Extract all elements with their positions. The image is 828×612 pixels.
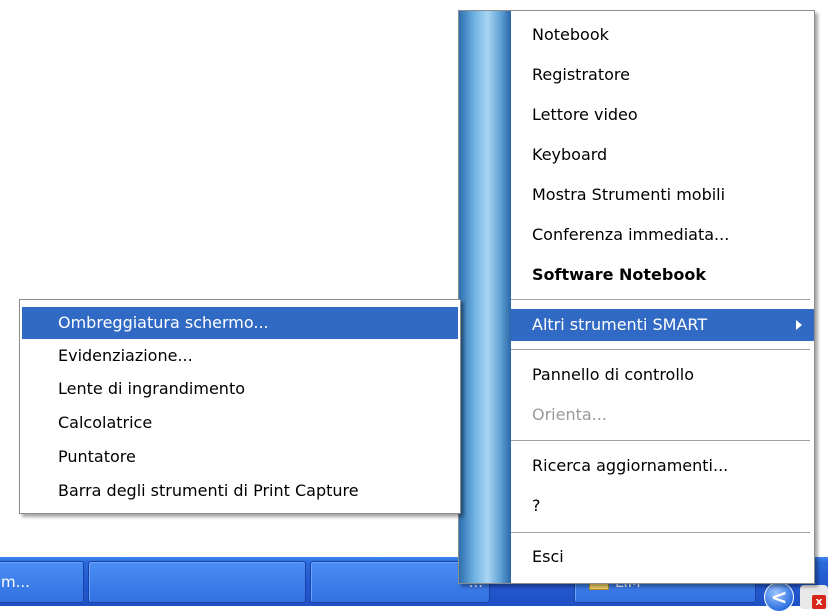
menu-item-orienta: Orienta... xyxy=(532,405,607,424)
menu-item-conferenza-immediata[interactable]: Conferenza immediata... xyxy=(511,219,814,251)
altri-strumenti-submenu: Ombreggiatura schermo... Evidenziazione.… xyxy=(19,299,461,514)
menu-item-help[interactable]: ? xyxy=(511,490,814,522)
menu-item-mostra-strumenti-mobili[interactable]: Mostra Strumenti mobili xyxy=(511,179,814,211)
menu-item-pannello-di-controllo[interactable]: Pannello di controllo xyxy=(511,359,814,391)
menu-separator xyxy=(511,532,810,533)
submenu-arrow-icon xyxy=(796,320,802,330)
submenu-item-lente-di-ingrandimento[interactable]: Lente di ingrandimento xyxy=(22,373,458,405)
menu-item-altri-strumenti-smart[interactable]: Altri strumenti SMART xyxy=(511,309,814,341)
submenu-item-barra-print-capture[interactable]: Barra degli strumenti di Print Capture xyxy=(22,475,458,507)
menu-item-notebook[interactable]: Notebook xyxy=(511,19,814,51)
menu-item-ricerca-aggiornamenti[interactable]: Ricerca aggiornamenti... xyxy=(511,450,814,482)
submenu-item-ombreggiatura-schermo[interactable]: Ombreggiatura schermo... xyxy=(22,307,458,339)
menu-separator xyxy=(511,440,810,441)
menu-item-lettore-video[interactable]: Lettore video xyxy=(511,99,814,131)
menu-item-registratore[interactable]: Registratore xyxy=(511,59,814,91)
smart-context-menu: Notebook Registratore Lettore video Keyb… xyxy=(458,10,815,584)
menu-separator xyxy=(511,349,810,350)
taskbar-button-2[interactable] xyxy=(88,561,306,603)
submenu-item-calcolatrice[interactable]: Calcolatrice xyxy=(22,407,458,439)
taskbar-button-1[interactable]: m... xyxy=(0,561,84,603)
menu-separator xyxy=(511,299,810,300)
tray-back-icon[interactable]: < xyxy=(764,582,794,612)
menu-side-strip xyxy=(459,11,511,583)
submenu-item-puntatore[interactable]: Puntatore xyxy=(22,441,458,473)
menu-item-software-notebook[interactable]: Software Notebook xyxy=(511,259,814,291)
tray-alert-icon[interactable]: x xyxy=(800,585,828,609)
submenu-item-evidenziazione[interactable]: Evidenziazione... xyxy=(22,340,458,372)
menu-item-esci[interactable]: Esci xyxy=(511,541,814,573)
menu-item-keyboard[interactable]: Keyboard xyxy=(511,139,814,171)
menu-item-label: Altri strumenti SMART xyxy=(532,315,708,334)
